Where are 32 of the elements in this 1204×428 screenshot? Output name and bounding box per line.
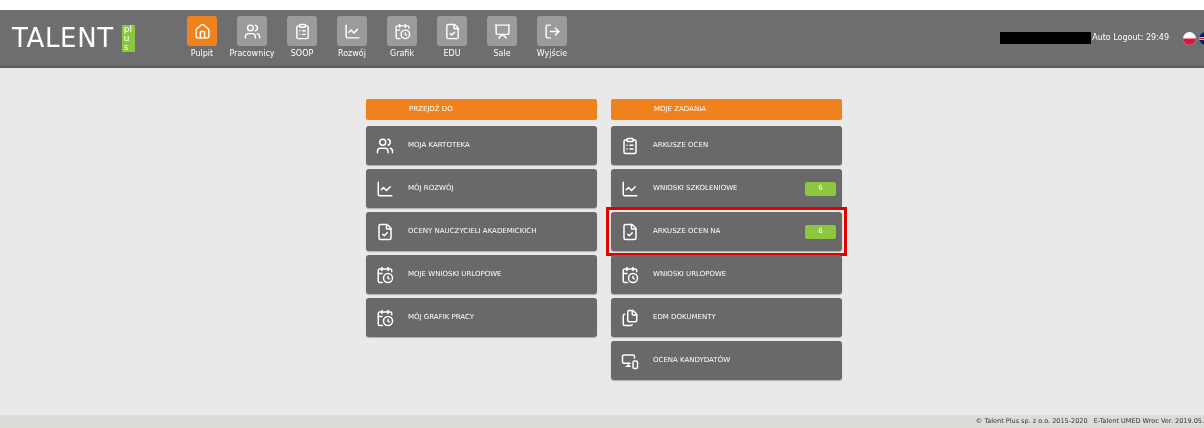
people-icon (376, 136, 394, 155)
nav-button[interactable]: Rozwój (327, 16, 377, 60)
nav-button[interactable]: SOOP (277, 16, 327, 60)
presentation-icon (493, 22, 511, 40)
logo-text: TALENT (12, 25, 114, 51)
document-check-icon (376, 222, 394, 241)
line-chart-icon (621, 179, 639, 198)
nav-button[interactable]: Pulpit (177, 16, 227, 60)
document-check-icon (443, 22, 461, 40)
auto-logout-timer: Auto Logout: 29:49 (1092, 32, 1169, 44)
calendar-clock-icon (621, 265, 639, 284)
calendar-clock-icon (376, 265, 394, 284)
calendar-clock-icon (376, 308, 394, 327)
list-document-icon (621, 136, 639, 155)
document-check-icon (621, 222, 639, 241)
people-icon (243, 22, 261, 40)
nav-button[interactable]: Grafik (377, 16, 427, 60)
logout-icon (543, 22, 561, 40)
monitor-icon (621, 351, 639, 370)
home-icon (193, 22, 211, 40)
polish-flag-icon (1183, 31, 1196, 45)
documents-icon (621, 308, 639, 327)
list-document-icon (293, 22, 311, 40)
logo-badge: plus (121, 24, 135, 52)
nav-button[interactable]: Sale (477, 16, 527, 60)
line-chart-icon (376, 179, 394, 198)
nav-button[interactable]: EDU (427, 16, 477, 60)
uk-flag-icon (1199, 31, 1204, 45)
calendar-clock-icon (393, 22, 411, 40)
nav-button[interactable]: Pracownicy (227, 16, 277, 60)
nav-button[interactable]: Wyjście (527, 16, 577, 60)
line-chart-icon (343, 22, 361, 40)
